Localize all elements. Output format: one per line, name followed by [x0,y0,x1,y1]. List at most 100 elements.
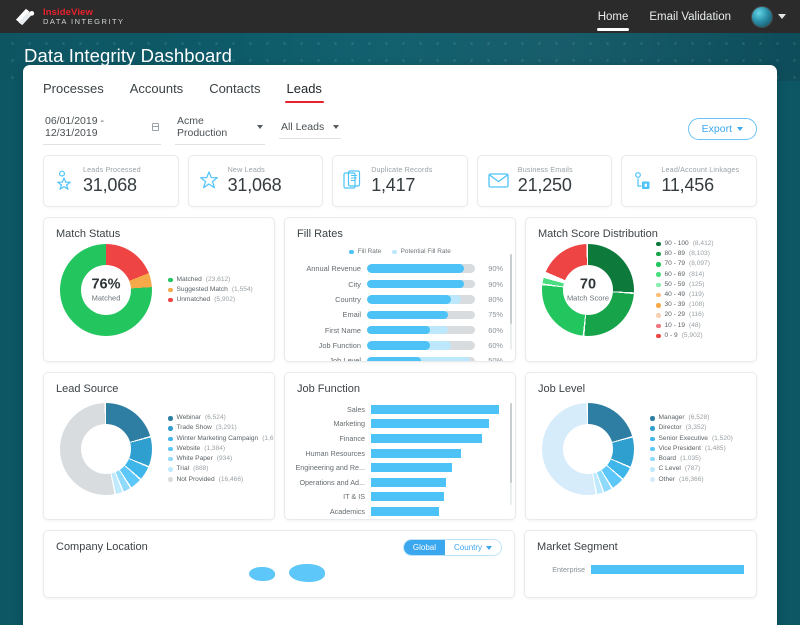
kpi-business-emails[interactable]: Business Emails 21,250 [476,155,613,207]
donut-ring [60,403,152,495]
kpi-value: 31,068 [227,175,282,195]
brand-logo-block[interactable]: InsideView DATA INTEGRITY [14,7,125,27]
link-person-icon [635,171,650,189]
job-function-bar [371,463,452,473]
fill-rate-label: Job Level [329,356,361,362]
legend-swatch [168,277,173,283]
tab-accounts[interactable]: Accounts [130,81,183,103]
legend-label: 40 - 49 [664,291,686,298]
legend-item-fill-rate: Fill Rate [349,247,381,257]
job-function-bar [371,419,489,429]
legend-label: Suggested Match [176,285,228,293]
tab-leads[interactable]: Leads [284,81,325,103]
chart-row-1: Match Status 76% Matched Matched (23,612… [23,207,777,362]
legend-item: Suggested Match (1,554) [168,285,274,295]
legend-swatch [168,426,173,431]
fill-rates-legend: Fill Rate Potential Fill Rate [285,240,515,257]
job-function-row: Operations and Ad... [293,475,501,490]
job-level-legend: Manager (6,528) Director (3,352) Senior Ex… [646,413,756,485]
kpi-label: Duplicate Records [371,165,433,174]
brand-subtitle: DATA INTEGRITY [43,16,125,26]
job-function-scrollbar[interactable] [509,403,512,505]
export-button[interactable]: Export [687,117,757,140]
job-function-bar [371,477,447,487]
kpi-duplicate-records[interactable]: Duplicate Records 1,417 [332,155,468,207]
nav-link-home[interactable]: Home [596,2,630,32]
legend-label: Potential Fill Rate [400,248,451,255]
org-filter-value: Acme Production [177,115,228,139]
legend-swatch [650,446,655,452]
fill-rate-percent: 60% [488,341,503,351]
kpi-new-leads[interactable]: New Leads 31,068 [187,155,324,207]
legend-swatch [650,416,655,421]
card-title: Fill Rates [297,228,343,240]
match-status-donut[interactable]: 76% Matched [60,244,164,336]
legend-item: C Level (787) [650,464,756,474]
legend-value: (16,366) [679,475,704,483]
legend-item: 20 - 29 (116) [656,310,756,320]
fill-rates-rows: Annual Revenue 90% City 90% Country 80% Email 7… [285,257,515,362]
legend-label: Trade Show [176,424,212,432]
legend-label: 20 - 29 [664,311,686,319]
kpi-row: Leads Processed 31,068 New Leads 31,068 … [23,145,777,207]
legend-item: Board (1,035) [650,454,756,464]
legend-label: Webinar [176,414,201,422]
chart-row-2: Lead Source Webinar (6,524) Trade Show (3… [23,362,777,520]
user-menu[interactable] [751,5,786,28]
fill-rate-bar [367,310,448,320]
fill-rates-scrollbar[interactable] [509,254,512,350]
legend-swatch [349,249,354,255]
legend-value: (814) [689,270,705,278]
legend-label: 10 - 19 [664,321,686,329]
job-level-donut[interactable] [542,403,646,495]
nav-link-email-validation[interactable]: Email Validation [648,2,732,32]
org-filter[interactable]: Acme Production [175,112,265,145]
donut-center-label: 76% Matched [76,277,136,303]
chevron-down-icon[interactable] [778,14,786,19]
fill-rate-track [367,295,475,304]
chevron-down-icon[interactable] [257,125,263,129]
card-job-level: Job Level Manager (6,528) Director (3,352… [525,372,757,520]
lead-source-donut[interactable] [60,403,164,495]
donut-center-label: 70 Match Score [558,277,618,303]
job-function-bar-track [371,433,501,443]
legend-swatch [168,416,173,421]
legend-swatch [656,333,661,339]
legend-item: Webinar (6,524) [168,413,274,423]
documents-icon [343,170,361,189]
legend-label: Trial [176,465,190,473]
job-function-row: Engineering and Re... [293,460,501,475]
date-range-filter[interactable]: 06/01/2019 - 12/31/2019 [43,112,161,145]
card-match-score-distribution: Match Score Distribution 70 Match Score … [525,217,757,362]
legend-item: Manager (6,528) [650,413,756,423]
job-function-row: Human Resources [293,446,501,461]
tab-processes[interactable]: Processes [43,81,104,103]
match-score-donut[interactable]: 70 Match Score [542,244,646,336]
segment-filter[interactable]: All Leads [279,118,341,139]
legend-value: (48) [689,321,701,329]
fill-rate-percent: 75% [488,310,503,320]
job-function-label: Human Resources [305,448,365,458]
avatar[interactable] [751,5,773,28]
legend-value: (1,384) [204,444,226,452]
legend-swatch [656,292,661,298]
legend-value: (1,520) [711,434,733,442]
legend-label: White Paper [176,455,213,463]
calendar-icon[interactable] [151,123,159,131]
legend-item: Other (16,366) [650,475,756,485]
chevron-down-icon[interactable] [333,125,339,129]
tab-contacts[interactable]: Contacts [209,81,260,103]
job-function-bar-track [371,448,501,458]
job-function-label: IT & IS [343,492,365,502]
job-function-bar-track [371,477,501,487]
star-person-icon [57,170,71,190]
legend-swatch [168,467,173,472]
job-function-bar [371,433,483,443]
world-map-area[interactable] [44,553,514,582]
kpi-leads-processed[interactable]: Leads Processed 31,068 [43,155,179,207]
fill-rate-row: Job Level 50% [293,353,503,362]
fill-rate-row: Annual Revenue 90% [293,261,503,276]
kpi-lead-account-linkages[interactable]: Lead/Account Linkages 11,456 [621,155,757,207]
donut-ring [542,403,634,495]
legend-item: Winter Marketing Campaign (1,621) [168,434,274,444]
